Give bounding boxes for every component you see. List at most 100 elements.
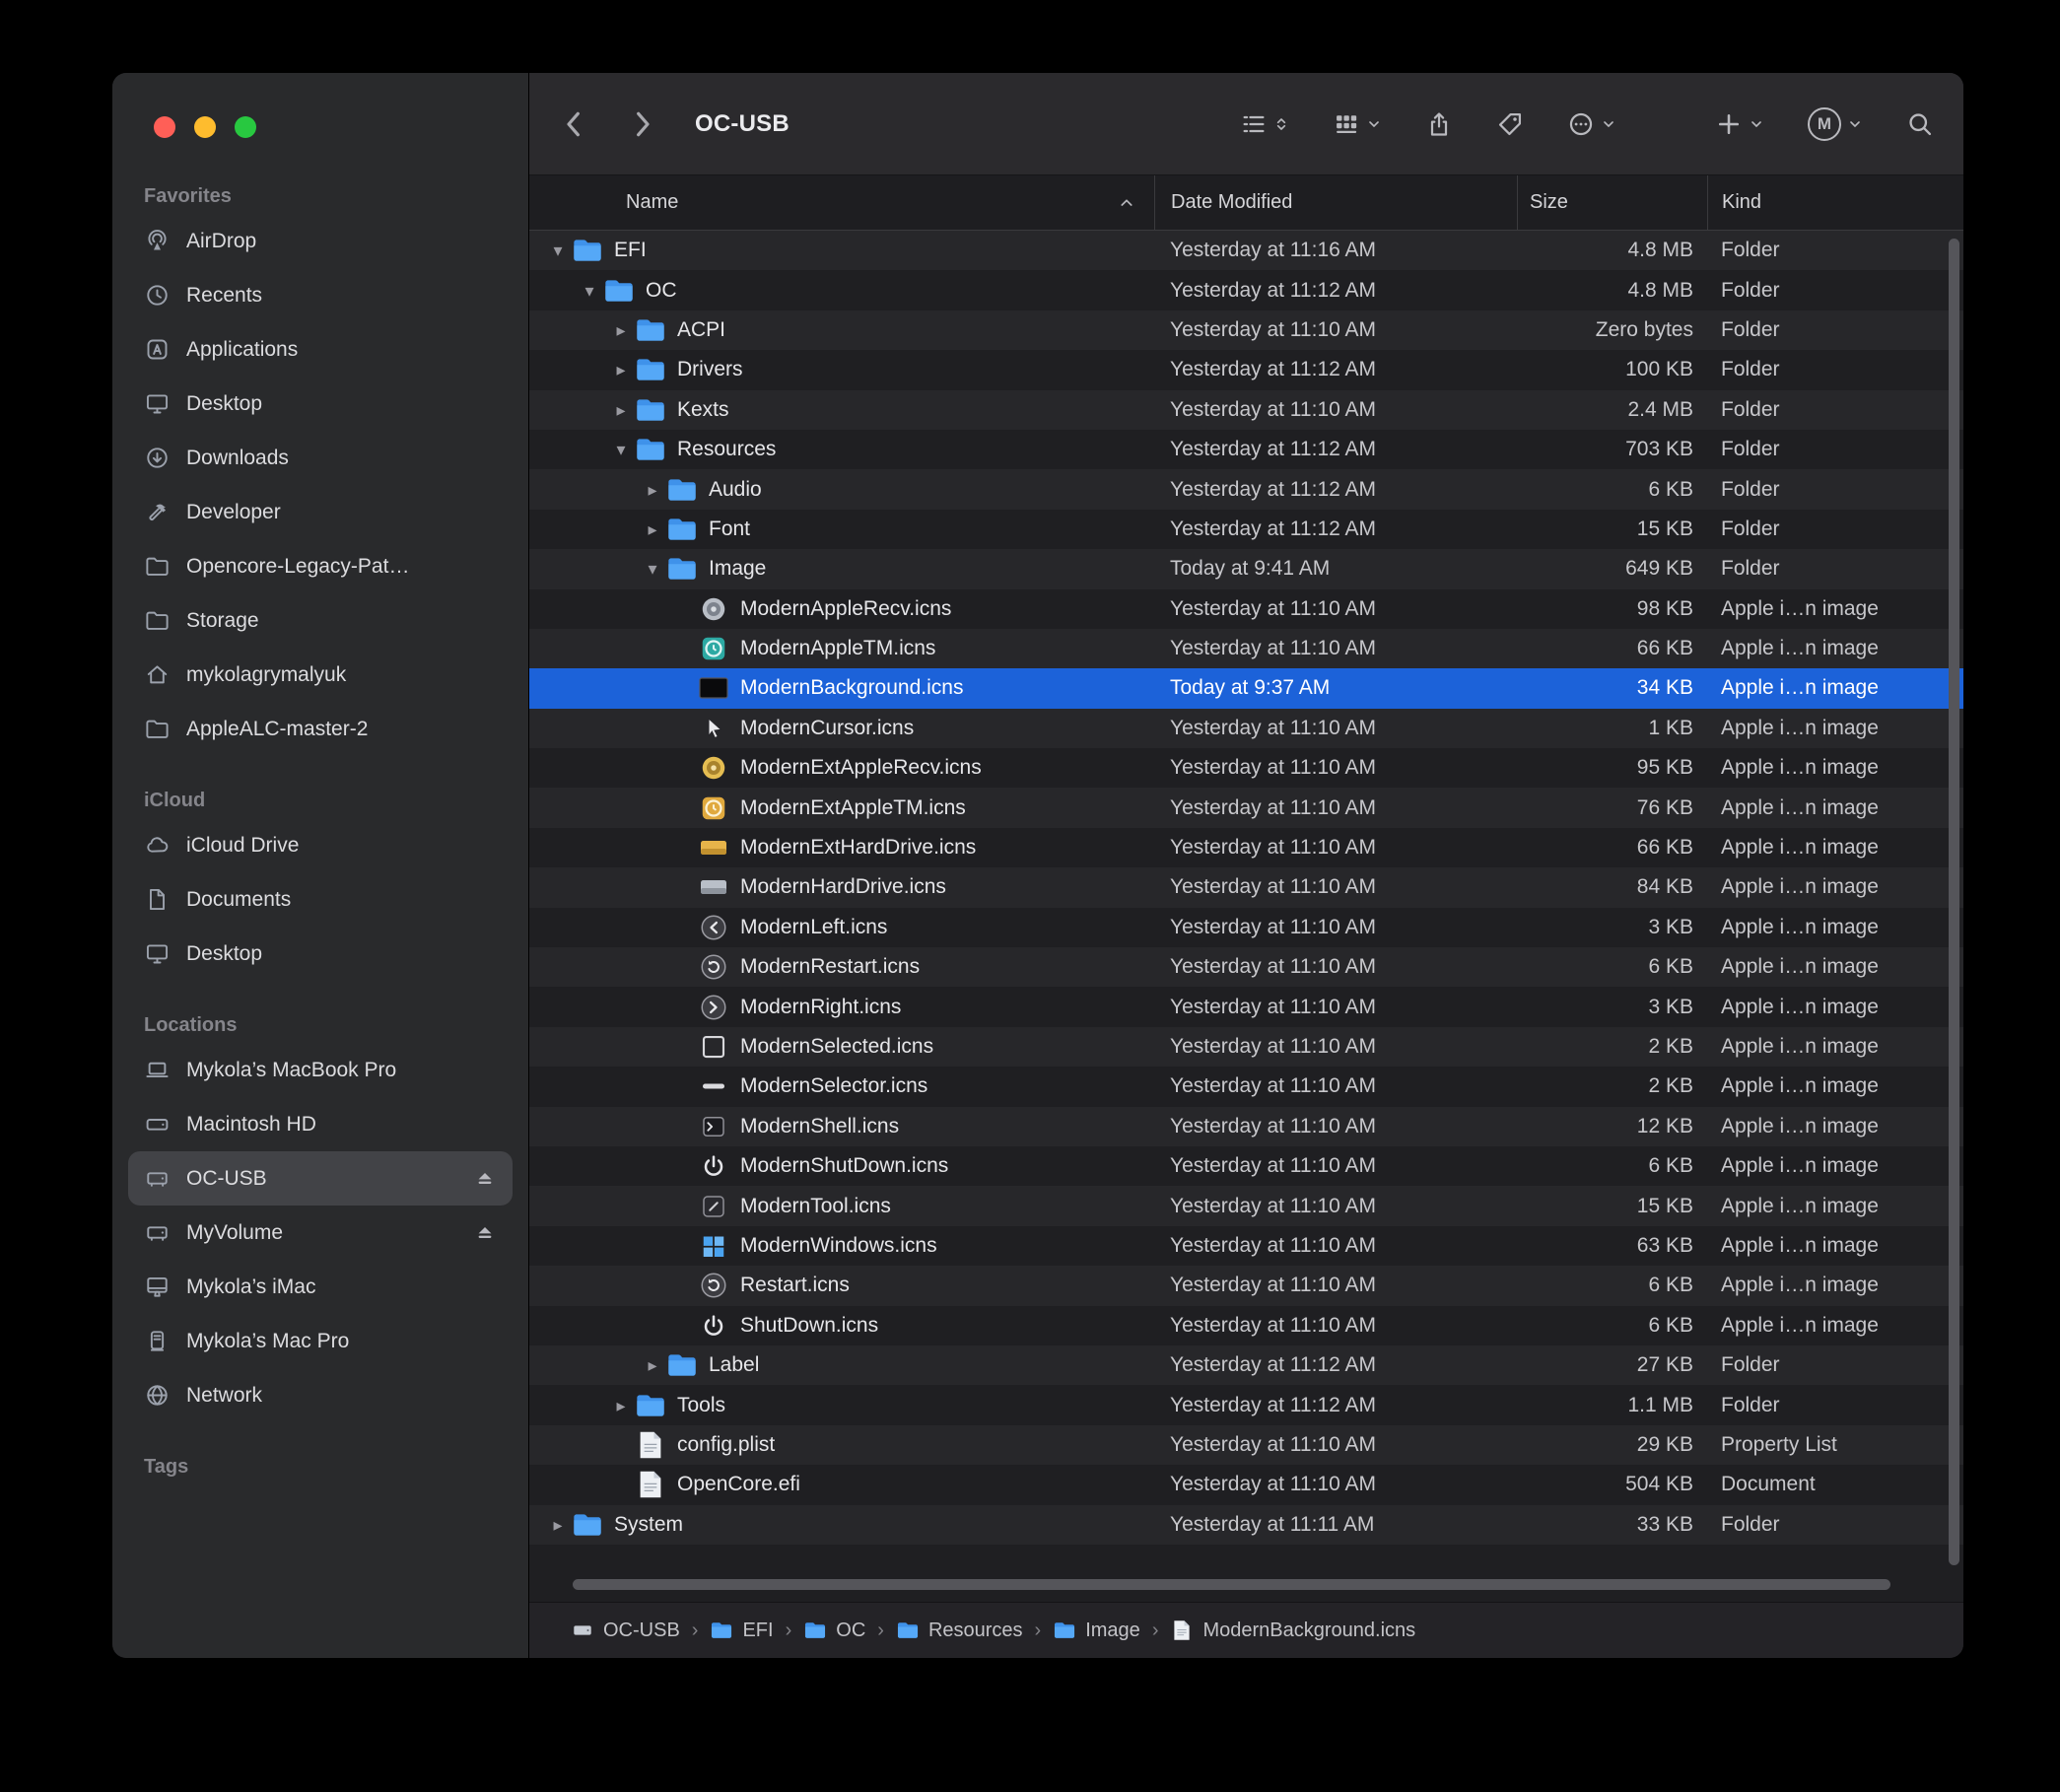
table-row[interactable]: ▸FontYesterday at 11:12 AM15 KBFolder [529,510,1963,549]
file-name-cell: ▸Drivers [529,355,1154,384]
table-row[interactable]: ▸ACPIYesterday at 11:10 AMZero bytesFold… [529,310,1963,350]
sidebar-item-storage[interactable]: Storage [128,593,513,648]
table-row[interactable]: ModernExtAppleTM.icnsYesterday at 11:10 … [529,788,1963,827]
disclosure-open-icon[interactable]: ▾ [545,241,571,259]
forward-button[interactable] [626,108,657,140]
kind-cell: Folder [1707,398,1963,422]
close-button[interactable] [154,116,175,138]
sidebar-item-icloud-drive[interactable]: iCloud Drive [128,818,513,872]
group-button[interactable] [1333,110,1382,138]
table-row[interactable]: ModernExtHardDrive.icnsYesterday at 11:1… [529,828,1963,867]
table-row[interactable]: ModernSelected.icnsYesterday at 11:10 AM… [529,1027,1963,1067]
table-row[interactable]: ModernShutDown.icnsYesterday at 11:10 AM… [529,1146,1963,1186]
table-row[interactable]: ModernAppleRecv.icnsYesterday at 11:10 A… [529,589,1963,629]
disclosure-open-icon[interactable]: ▾ [577,282,602,300]
disclosure-closed-icon[interactable]: ▸ [608,1397,634,1414]
sidebar: FavoritesAirDropRecentsApplicationsDeskt… [112,73,529,1658]
disclosure-closed-icon[interactable]: ▸ [608,361,634,379]
table-row[interactable]: ModernAppleTM.icnsYesterday at 11:10 AM6… [529,629,1963,668]
column-header-date-modified[interactable]: Date Modified [1154,175,1517,230]
path-item-image[interactable]: Image [1053,1619,1140,1642]
minimize-button[interactable] [194,116,216,138]
table-row[interactable]: ▾ImageToday at 9:41 AM649 KBFolder [529,549,1963,588]
sidebar-item-label: Storage [186,609,259,633]
table-row[interactable]: ModernWindows.icnsYesterday at 11:10 AM6… [529,1226,1963,1266]
sidebar-item-desktop[interactable]: Desktop [128,377,513,431]
file-name-cell: ModernSelector.icns [529,1071,1154,1101]
sidebar-item-network[interactable]: Network [128,1368,513,1422]
sidebar-item-applications[interactable]: Applications [128,322,513,377]
sidebar-item-developer[interactable]: Developer [128,485,513,539]
sidebar-item-recents[interactable]: Recents [128,268,513,322]
sidebar-item-opencore-legacy-pat[interactable]: Opencore-Legacy-Pat… [128,539,513,593]
sidebar-item-oc-usb[interactable]: OC-USB [128,1151,513,1206]
table-row[interactable]: ▾EFIYesterday at 11:16 AM4.8 MBFolder [529,231,1963,270]
account-menu-button[interactable]: M [1808,107,1863,141]
eject-icon[interactable] [473,1220,499,1246]
eject-icon[interactable] [473,1166,499,1192]
table-row[interactable]: ModernRight.icnsYesterday at 11:10 AM3 K… [529,987,1963,1026]
search-button[interactable] [1906,110,1934,138]
disclosure-open-icon[interactable]: ▾ [608,441,634,458]
column-header-kind[interactable]: Kind [1707,175,1963,230]
path-item-oc-usb[interactable]: OC-USB [571,1619,680,1642]
sidebar-item-myvolume[interactable]: MyVolume [128,1206,513,1260]
column-header-name[interactable]: Name [529,175,1154,230]
vertical-scrollbar[interactable] [1949,239,1959,1565]
disclosure-closed-icon[interactable]: ▸ [640,481,665,499]
table-row[interactable]: OpenCore.efiYesterday at 11:10 AM504 KBD… [529,1465,1963,1504]
tags-button[interactable] [1496,110,1524,138]
file-name-cell: ▾Image [529,554,1154,584]
new-item-button[interactable] [1715,110,1764,138]
sidebar-item-airdrop[interactable]: AirDrop [128,214,513,268]
sidebar-section-label: Favorites [128,185,513,208]
view-options-button[interactable] [1240,110,1289,138]
sidebar-item-documents[interactable]: Documents [128,872,513,927]
table-row[interactable]: ModernShell.icnsYesterday at 11:10 AM12 … [529,1107,1963,1146]
sidebar-item-macintosh-hd[interactable]: Macintosh HD [128,1097,513,1151]
kind-cell: Apple i…n image [1707,955,1963,979]
path-item-oc[interactable]: OC [803,1619,865,1642]
column-header-size[interactable]: Size [1517,175,1707,230]
table-row[interactable]: ModernTool.icnsYesterday at 11:10 AM15 K… [529,1186,1963,1225]
table-row[interactable]: ▸DriversYesterday at 11:12 AM100 KBFolde… [529,350,1963,389]
path-item-resources[interactable]: Resources [896,1619,1023,1642]
disclosure-closed-icon[interactable]: ▸ [545,1516,571,1534]
sidebar-item-downloads[interactable]: Downloads [128,431,513,485]
disclosure-closed-icon[interactable]: ▸ [640,1356,665,1374]
disclosure-closed-icon[interactable]: ▸ [608,401,634,419]
table-row[interactable]: ModernCursor.icnsYesterday at 11:10 AM1 … [529,709,1963,748]
path-item-efi[interactable]: EFI [710,1619,773,1642]
table-row[interactable]: ▸SystemYesterday at 11:11 AM33 KBFolder [529,1505,1963,1545]
table-row[interactable]: ▸LabelYesterday at 11:12 AM27 KBFolder [529,1345,1963,1385]
table-row[interactable]: Restart.icnsYesterday at 11:10 AM6 KBApp… [529,1266,1963,1305]
table-row[interactable]: ▾OCYesterday at 11:12 AM4.8 MBFolder [529,270,1963,310]
table-row[interactable]: ShutDown.icnsYesterday at 11:10 AM6 KBAp… [529,1306,1963,1345]
sidebar-item-mykola-s-mac-pro[interactable]: Mykola’s Mac Pro [128,1314,513,1368]
table-row[interactable]: ModernHardDrive.icnsYesterday at 11:10 A… [529,867,1963,907]
sidebar-item-mykola-s-macbook-pro[interactable]: Mykola’s MacBook Pro [128,1043,513,1097]
table-row[interactable]: ▾ResourcesYesterday at 11:12 AM703 KBFol… [529,430,1963,469]
share-button[interactable] [1425,110,1453,138]
table-row[interactable]: ModernSelector.icnsYesterday at 11:10 AM… [529,1067,1963,1106]
more-actions-button[interactable] [1567,110,1616,138]
path-item-modernbackground-icns[interactable]: ModernBackground.icns [1170,1619,1415,1642]
table-row[interactable]: ▸AudioYesterday at 11:12 AM6 KBFolder [529,469,1963,509]
table-row[interactable]: ModernLeft.icnsYesterday at 11:10 AM3 KB… [529,908,1963,947]
table-row[interactable]: ModernBackground.icnsToday at 9:37 AM34 … [529,668,1963,708]
table-row[interactable]: ▸KextsYesterday at 11:10 AM2.4 MBFolder [529,390,1963,430]
disclosure-open-icon[interactable]: ▾ [640,560,665,578]
zoom-button[interactable] [235,116,256,138]
back-button[interactable] [559,108,590,140]
table-row[interactable]: ModernRestart.icnsYesterday at 11:10 AM6… [529,947,1963,987]
disclosure-closed-icon[interactable]: ▸ [640,520,665,538]
disclosure-closed-icon[interactable]: ▸ [608,321,634,339]
horizontal-scrollbar[interactable] [573,1579,1890,1590]
sidebar-item-mykolagrymalyuk[interactable]: mykolagrymalyuk [128,648,513,702]
table-row[interactable]: ▸ToolsYesterday at 11:12 AM1.1 MBFolder [529,1385,1963,1424]
sidebar-item-desktop[interactable]: Desktop [128,927,513,981]
sidebar-item-mykola-s-imac[interactable]: Mykola’s iMac [128,1260,513,1314]
table-row[interactable]: ModernExtAppleRecv.icnsYesterday at 11:1… [529,748,1963,788]
sidebar-item-applealc-master-2[interactable]: AppleALC-master-2 [128,702,513,756]
table-row[interactable]: config.plistYesterday at 11:10 AM29 KBPr… [529,1425,1963,1465]
